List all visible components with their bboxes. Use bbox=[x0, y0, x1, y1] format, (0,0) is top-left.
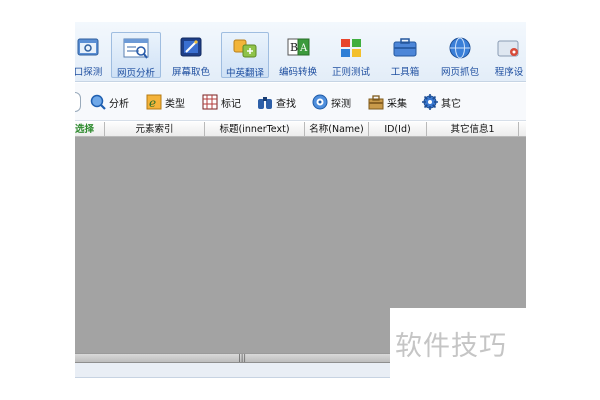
regex-test-icon bbox=[341, 39, 361, 57]
webpage-analyze-label: 网页分析 bbox=[116, 68, 155, 79]
toolbox-button[interactable]: 工具箱 bbox=[381, 32, 429, 78]
collect-button[interactable]: 采集 bbox=[368, 92, 407, 112]
encoding-convert-button[interactable]: B A 编码转换 bbox=[275, 32, 321, 78]
program-settings-label: 程序设 bbox=[494, 67, 524, 78]
svg-text:B: B bbox=[290, 41, 298, 54]
packet-capture-button[interactable]: 网页抓包 bbox=[435, 32, 485, 78]
toolbox-label: 工具箱 bbox=[390, 67, 420, 78]
program-settings-icon bbox=[497, 40, 519, 57]
column-other-info[interactable]: 其它信息1 bbox=[427, 122, 519, 137]
type-button[interactable]: e 类型 bbox=[146, 92, 185, 112]
binoculars-icon bbox=[258, 97, 272, 109]
splitter-grip[interactable]: ||| bbox=[238, 354, 246, 362]
probe-label: 探测 bbox=[331, 98, 351, 110]
probe-button[interactable]: 探测 bbox=[312, 92, 351, 112]
column-select[interactable]: 选择 bbox=[75, 122, 105, 137]
packet-capture-icon bbox=[449, 37, 471, 59]
program-settings-button[interactable]: 程序设 bbox=[489, 32, 526, 78]
svg-text:e: e bbox=[149, 96, 156, 110]
find-label: 查找 bbox=[276, 98, 296, 110]
find-button[interactable]: 查找 bbox=[257, 92, 296, 112]
other-button[interactable]: 其它 bbox=[422, 92, 461, 112]
analyze-magnifier-icon bbox=[90, 94, 106, 110]
window-probe-icon bbox=[77, 38, 99, 56]
probe-target-icon bbox=[312, 94, 328, 110]
other-label: 其它 bbox=[441, 98, 461, 110]
collect-bag-icon bbox=[368, 95, 384, 110]
regex-test-label: 正则测试 bbox=[331, 67, 370, 78]
screen-color-picker-button[interactable]: 屏幕取色 bbox=[166, 32, 216, 78]
packet-capture-label: 网页抓包 bbox=[440, 67, 479, 78]
regex-test-button[interactable]: 正则测试 bbox=[327, 32, 375, 78]
translate-icon bbox=[233, 39, 257, 58]
collect-label: 采集 bbox=[387, 98, 407, 110]
main-toolbar: 口探测 网页分析 屏幕取色 中英翻译 B A 编码转换 正则测试 工具箱 网页抓… bbox=[75, 22, 526, 82]
table-header: 选择 元素索引 标题(innerText) 名称(Name) ID(Id) 其它… bbox=[75, 122, 526, 137]
encoding-convert-icon: B A bbox=[287, 38, 310, 56]
mark-grid-icon bbox=[202, 94, 218, 110]
other-gear-icon bbox=[422, 94, 438, 110]
toolbox-icon bbox=[393, 38, 417, 57]
webpage-analyze-button[interactable]: 网页分析 bbox=[111, 32, 161, 79]
translate-button[interactable]: 中英翻译 bbox=[221, 32, 269, 79]
dropdown-edge[interactable] bbox=[75, 92, 81, 112]
column-element-index[interactable]: 元素索引 bbox=[105, 122, 205, 137]
mark-label: 标记 bbox=[221, 98, 241, 110]
screen-color-picker-label: 屏幕取色 bbox=[171, 67, 210, 78]
svg-text:A: A bbox=[299, 43, 308, 54]
watermark-text: 软件技巧 bbox=[395, 331, 507, 362]
ie-type-icon: e bbox=[146, 94, 162, 110]
translate-label: 中英翻译 bbox=[225, 68, 264, 79]
mark-button[interactable]: 标记 bbox=[202, 92, 241, 112]
window-probe-label: 口探测 bbox=[75, 67, 103, 78]
webpage-analyze-icon bbox=[123, 38, 149, 59]
analyze-label: 分析 bbox=[109, 98, 129, 110]
encoding-convert-label: 编码转换 bbox=[278, 67, 317, 78]
analyze-button[interactable]: 分析 bbox=[90, 92, 129, 112]
column-name[interactable]: 名称(Name) bbox=[305, 122, 369, 137]
watermark: 软件技巧 bbox=[390, 308, 526, 378]
column-id[interactable]: ID(Id) bbox=[369, 122, 427, 137]
window-probe-button[interactable]: 口探测 bbox=[75, 32, 105, 78]
color-picker-icon bbox=[180, 37, 202, 57]
column-title[interactable]: 标题(innerText) bbox=[205, 122, 305, 137]
type-label: 类型 bbox=[165, 98, 185, 110]
element-toolbar: 分析 e 类型 标记 查找 探测 采集 其它 bbox=[75, 83, 526, 121]
